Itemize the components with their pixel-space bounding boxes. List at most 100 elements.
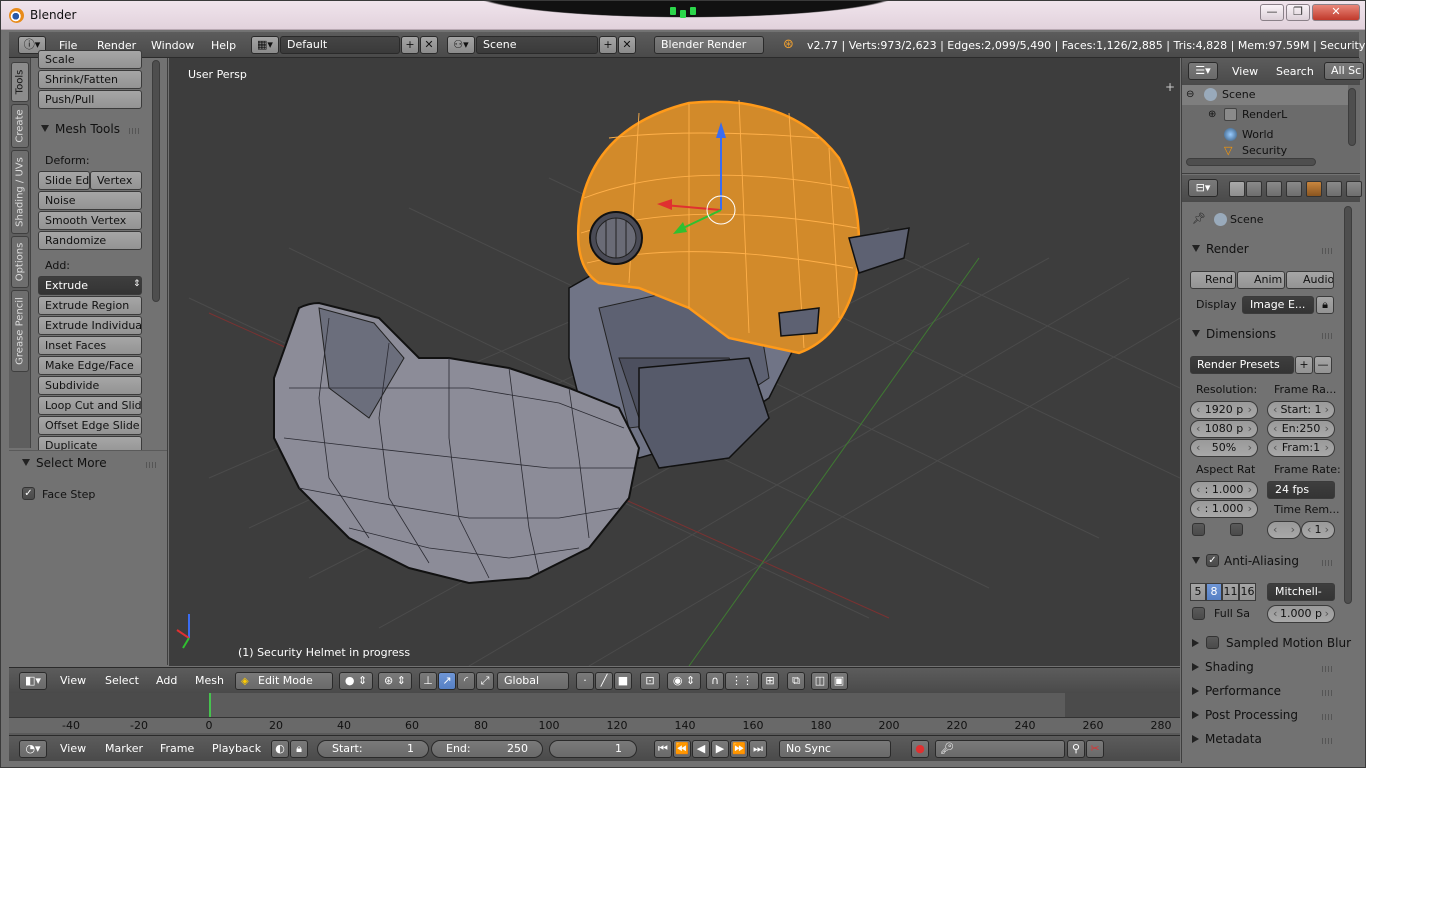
add-layout-button[interactable]: + (401, 36, 419, 54)
keying-set-field[interactable]: 🔑︎ (935, 740, 1065, 758)
menu-select[interactable]: Select (105, 674, 139, 687)
post-processing-panel-header[interactable]: Post Processing (1192, 708, 1298, 722)
subdivide-button[interactable]: Subdivide (38, 376, 142, 395)
scene-field[interactable]: Scene (476, 36, 598, 54)
outliner-row-renderlayers[interactable]: ⊕ RenderL (1182, 105, 1348, 125)
frame-rate-select[interactable]: 24 fps (1267, 481, 1335, 499)
inset-faces-button[interactable]: Inset Faces (38, 336, 142, 355)
render-engine-select[interactable]: Blender Render (654, 36, 764, 54)
editor-type-button[interactable]: ◧▾ (19, 672, 47, 690)
snap-toggle-icon[interactable]: ∩ (706, 672, 724, 690)
menu-add[interactable]: Add (156, 674, 177, 687)
face-select-icon[interactable]: ■ (614, 672, 632, 690)
scene-context-icon[interactable] (1266, 181, 1282, 197)
world-context-icon[interactable] (1286, 181, 1302, 197)
full-sample-checkbox[interactable] (1192, 607, 1205, 620)
resolution-percentage-field[interactable]: 50% (1190, 439, 1258, 457)
menu-frame[interactable]: Frame (160, 742, 194, 755)
proportional-edit-select[interactable]: ◉ ⇕ (667, 672, 701, 690)
timeline[interactable]: -40 -20 0 20 40 60 80 100 120 140 160 18… (9, 693, 1180, 735)
frame-end-field[interactable]: En:250 (1267, 420, 1335, 438)
mesh-tools-panel-header[interactable]: Mesh Tools (41, 122, 120, 136)
menu-outliner-search[interactable]: Search (1276, 65, 1314, 78)
render-button[interactable]: Rend (1190, 271, 1236, 289)
menu-marker[interactable]: Marker (105, 742, 143, 755)
motion-blur-panel-header[interactable] (1192, 636, 1205, 650)
translate-manipulator-icon[interactable]: ↗ (438, 672, 456, 690)
crop-checkbox[interactable] (1230, 523, 1243, 536)
vertex-select-icon[interactable]: · (576, 672, 594, 690)
opengl-render-icon[interactable]: ⧉ (787, 672, 805, 690)
outliner[interactable]: ☰▾ View Search All Sc ⊖ Scene ⊕ RenderL … (1182, 58, 1364, 174)
viewport-scene[interactable] (169, 58, 1180, 666)
tool-shelf-scrollbar[interactable] (152, 60, 160, 302)
snap-element-select[interactable]: ⋮⋮ (725, 672, 759, 690)
randomize-button[interactable]: Randomize (38, 231, 142, 250)
render-context-icon[interactable] (1229, 181, 1245, 197)
shrink-fatten-button[interactable]: Shrink/Fatten (38, 70, 142, 89)
motion-blur-checkbox[interactable] (1206, 636, 1219, 649)
time-remap-new-field[interactable]: 1 (1301, 521, 1335, 539)
extrude-individual-button[interactable]: Extrude Individual (38, 316, 142, 335)
scale-manipulator-icon[interactable]: ⤢ (476, 672, 494, 690)
screen-layout-field[interactable]: Default (280, 36, 400, 54)
frame-start-field[interactable]: Start: 1 (1267, 401, 1335, 419)
aa-filter-size-field[interactable]: 1.000 p (1267, 605, 1335, 623)
aa-samples-11[interactable]: 11 (1222, 583, 1239, 601)
timeline-editor-type-button[interactable]: ◔▾ (19, 740, 47, 758)
frame-step-field[interactable]: Fram:1 (1267, 439, 1335, 457)
render-anim-icon[interactable]: ▣ (830, 672, 848, 690)
audio-button[interactable]: Audio (1286, 271, 1334, 289)
slide-edge-button[interactable]: Slide Ed (38, 171, 90, 190)
transform-orientation-select[interactable]: Global (497, 672, 569, 690)
limit-selection-icon[interactable]: ⊡ (640, 672, 660, 690)
tab-create[interactable]: Create (11, 104, 29, 148)
resolution-x-field[interactable]: 1920 p (1190, 401, 1258, 419)
add-scene-button[interactable]: + (599, 36, 617, 54)
sync-mode-select[interactable]: No Sync (779, 740, 891, 758)
menu-mesh[interactable]: Mesh (195, 674, 224, 687)
properties-scrollbar[interactable] (1344, 206, 1352, 604)
anti-aliasing-checkbox[interactable]: ✓ (1206, 554, 1219, 567)
menu-playback[interactable]: Playback (212, 742, 261, 755)
tab-shading-uvs[interactable]: Shading / UVs (11, 150, 29, 234)
scale-button[interactable]: Scale (38, 50, 142, 69)
outliner-scrollbar[interactable] (1348, 88, 1356, 146)
frame-cursor[interactable] (209, 693, 211, 717)
time-remap-old-field[interactable] (1267, 521, 1301, 539)
end-frame-field[interactable]: End: 250 (431, 740, 543, 758)
performance-panel-header[interactable]: Performance (1192, 684, 1281, 698)
render-presets-select[interactable]: Render Presets (1190, 356, 1294, 374)
pivot-point-select[interactable]: ⊛ ⇕ (378, 672, 412, 690)
manipulator-toggle-icon[interactable]: ⊥ (419, 672, 437, 690)
border-checkbox[interactable] (1192, 523, 1205, 536)
outliner-row-scene[interactable]: ⊖ Scene (1182, 85, 1348, 105)
expand-icon[interactable]: ⊕ (1208, 105, 1216, 125)
render-panel-header[interactable]: Render (1192, 242, 1249, 256)
aa-filter-select[interactable]: Mitchell- (1267, 583, 1335, 601)
animation-button[interactable]: Anim (1237, 271, 1285, 289)
pin-icon[interactable]: 📌︎ (1192, 212, 1206, 225)
close-button[interactable]: ✕ (1312, 4, 1360, 21)
aspect-y-field[interactable]: : 1.000 (1190, 500, 1258, 518)
menu-window[interactable]: Window (151, 39, 194, 52)
modifiers-context-icon[interactable] (1346, 181, 1362, 197)
rotate-manipulator-icon[interactable]: ◜ (457, 672, 475, 690)
push-pull-button[interactable]: Push/Pull (38, 90, 142, 109)
aa-samples-16[interactable]: 16 (1239, 583, 1256, 601)
preview-range-icon[interactable]: ◐ (271, 740, 289, 758)
delete-keyframe-icon[interactable]: ✂ (1086, 740, 1104, 758)
viewport-shading-select[interactable]: ● ⇕ (339, 672, 373, 690)
resolution-y-field[interactable]: 1080 p (1190, 420, 1258, 438)
lock-time-icon[interactable]: 🔒︎ (290, 740, 308, 758)
menu-outliner-view[interactable]: View (1232, 65, 1258, 78)
jump-start-icon[interactable]: ⏮ (654, 740, 672, 758)
outliner-row-security[interactable]: ▽ Security (1182, 145, 1348, 157)
vertex-slide-button[interactable]: Vertex (90, 171, 142, 190)
menu-help[interactable]: Help (211, 39, 236, 52)
jump-end-icon[interactable]: ⏭ (749, 740, 767, 758)
extrude-select[interactable]: Extrude (38, 276, 142, 295)
render-still-icon[interactable]: ◫ (811, 672, 829, 690)
screen-layout-icon[interactable]: ▦▾ (251, 36, 279, 54)
timeline-ruler[interactable]: -40 -20 0 20 40 60 80 100 120 140 160 18… (9, 717, 1180, 733)
